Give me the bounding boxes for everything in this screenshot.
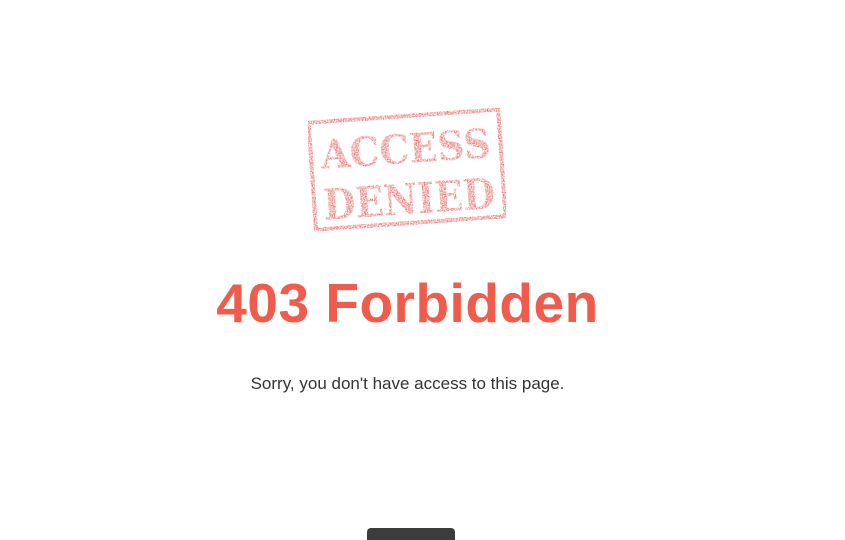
svg-text:DENIED: DENIED [322, 169, 497, 230]
error-page: ACCESS DENIED 403 Forbidden Sorry, you d… [0, 0, 845, 540]
home-button[interactable] [367, 528, 455, 540]
error-message: Sorry, you don't have access to this pag… [250, 374, 565, 393]
access-denied-stamp: ACCESS DENIED [308, 108, 506, 231]
page-title: 403 Forbidden [216, 272, 599, 334]
